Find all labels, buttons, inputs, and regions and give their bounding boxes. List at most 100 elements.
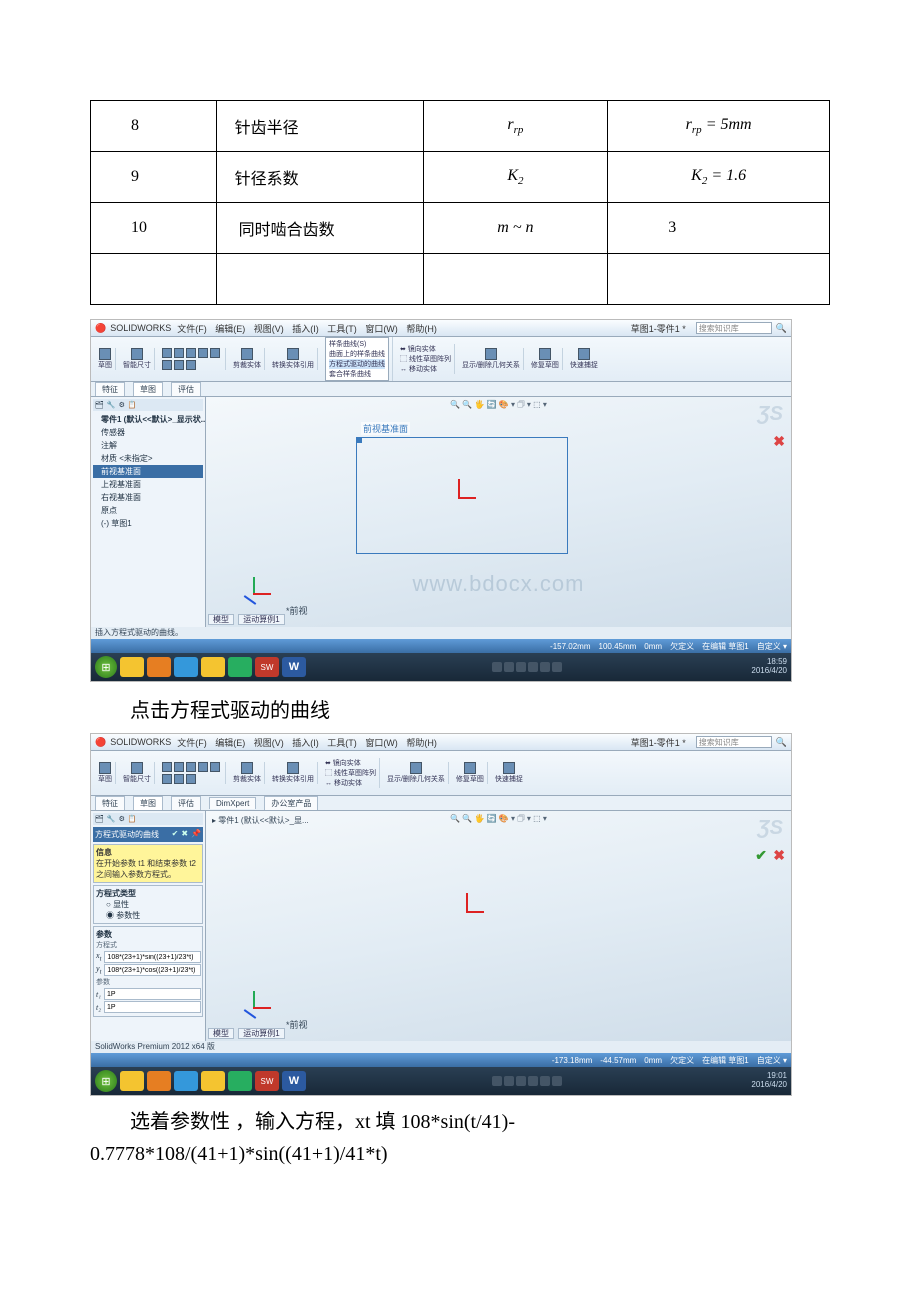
taskbar-app-icon[interactable] xyxy=(201,657,225,677)
clock[interactable]: 19:01 2016/4/20 xyxy=(751,1072,787,1090)
menu-tools[interactable]: 工具(T) xyxy=(327,738,357,748)
menu-file[interactable]: 文件(F) xyxy=(177,324,207,334)
menu-view[interactable]: 视图(V) xyxy=(254,738,284,748)
ribbon[interactable]: 草图 智能尺寸 剪裁实体 转换实体引用 样条曲线(S) 曲面上的样条曲线 方程式… xyxy=(91,337,791,382)
tree-item[interactable]: 原点 xyxy=(93,504,203,517)
windows-taskbar[interactable]: ⊞ SW W 18:59 2016/4/20 xyxy=(91,653,791,681)
menu-item-spline-fit[interactable]: 曲面上的样条曲线 xyxy=(329,349,385,359)
menu-insert[interactable]: 插入(I) xyxy=(292,324,319,334)
menu-item-equation-curve[interactable]: 方程式驱动的曲线 xyxy=(329,359,385,369)
doc-tab[interactable]: 草图1-零件1 * xyxy=(631,322,686,335)
triad-icon[interactable] xyxy=(241,991,271,1021)
menu-tools[interactable]: 工具(T) xyxy=(327,324,357,334)
ribbon-group-repair[interactable]: 修复草图 xyxy=(453,762,488,784)
search-input[interactable]: 搜索知识库 xyxy=(696,736,772,748)
menubar[interactable]: 文件(F) 编辑(E) 视图(V) 插入(I) 工具(T) 窗口(W) 帮助(H… xyxy=(177,322,443,335)
ribbon-group-repair[interactable]: 修复草图 xyxy=(528,348,563,370)
tree-item[interactable]: 传感器 xyxy=(93,426,203,439)
xt-input[interactable] xyxy=(104,951,201,963)
menu-edit[interactable]: 编辑(E) xyxy=(215,738,245,748)
taskbar-app-icon[interactable] xyxy=(147,657,171,677)
taskbar-app-icon[interactable] xyxy=(174,1071,198,1091)
breadcrumb[interactable]: ▸ 零件1 (默认<<默认>_显... xyxy=(212,815,309,826)
ribbon-group-dimension[interactable]: 智能尺寸 xyxy=(120,348,155,370)
ribbon-group-display[interactable]: 显示/删除几何关系 xyxy=(459,348,524,370)
ribbon-group-mirror[interactable]: ⬌ 镜向实体 ⬚ 线性草图阵列 ↔ 移动实体 xyxy=(397,344,455,374)
menu-view[interactable]: 视图(V) xyxy=(254,324,284,334)
tab-motion[interactable]: 运动算例1 xyxy=(238,614,284,625)
view-toolbar[interactable]: 🔍 🔍 🖐 🔄 🎨 ▾ 🗇 ▾ ⬚ ▾ xyxy=(450,399,547,413)
ribbon-group-curve-menu[interactable]: 样条曲线(S) 曲面上的样条曲线 方程式驱动的曲线 套合样条曲线 xyxy=(322,337,393,381)
command-tabs[interactable]: 特征 草图 评估 DimXpert 办公室产品 xyxy=(91,796,791,811)
system-tray[interactable] xyxy=(492,662,562,672)
ribbon-btn-mirror[interactable]: ⬌ 镜向实体 xyxy=(400,344,451,354)
pin-icon[interactable]: 📌 xyxy=(191,829,201,838)
ribbon-btn-move[interactable]: ↔ 移动实体 xyxy=(400,364,451,374)
ribbon-group-trim[interactable]: 剪裁实体 xyxy=(230,348,265,370)
tree-root[interactable]: 零件1 (默认<<默认>_显示状... xyxy=(93,413,203,426)
ribbon-group-convert[interactable]: 转换实体引用 xyxy=(269,348,318,370)
menu-window[interactable]: 窗口(W) xyxy=(365,324,398,334)
cancel-icon[interactable]: ✖ xyxy=(181,829,188,838)
start-button[interactable]: ⊞ xyxy=(95,656,117,678)
view-toolbar[interactable]: 🔍 🔍 🖐 🔄 🎨 ▾ 🗇 ▾ ⬚ ▾ xyxy=(450,813,547,827)
panel-toolbar[interactable]: 🗂🔧⚙📋 xyxy=(93,813,203,825)
graphics-area[interactable]: 🔍 🔍 🖐 🔄 🎨 ▾ 🗇 ▾ ⬚ ▾ 前视基准面 ƷS ✖ *前视 www.b… xyxy=(206,397,791,627)
tree-item[interactable]: 注解 xyxy=(93,439,203,452)
tab-motion[interactable]: 运动算例1 xyxy=(238,1028,284,1039)
system-tray[interactable] xyxy=(492,1076,562,1086)
taskbar-app-icon[interactable] xyxy=(120,1071,144,1091)
status-custom[interactable]: 自定义 ▾ xyxy=(757,1055,787,1066)
ribbon-group-mirror[interactable]: ⬌ 镜向实体 ⬚ 线性草图阵列 ↔ 移动实体 xyxy=(322,758,380,788)
tab-model[interactable]: 模型 xyxy=(208,1028,234,1039)
ribbon-btn-mirror[interactable]: ⬌ 镜向实体 xyxy=(325,758,376,768)
t1-input[interactable] xyxy=(104,988,201,1000)
ribbon[interactable]: 草图 智能尺寸 剪裁实体 转换实体引用 ⬌ 镜向实体 ⬚ 线性草图阵列 ↔ 移动… xyxy=(91,751,791,796)
propmgr-type[interactable]: 方程式类型 ○ 显性 ◉ 参数性 xyxy=(93,885,203,924)
yt-input[interactable] xyxy=(104,964,201,976)
bottom-tabs[interactable]: 模型 运动算例1 xyxy=(208,1028,287,1039)
taskbar-app-icon[interactable] xyxy=(120,657,144,677)
tree-item[interactable]: 上视基准面 xyxy=(93,478,203,491)
taskbar-app-icon[interactable] xyxy=(147,1071,171,1091)
search-icon[interactable]: 🔍 xyxy=(776,323,787,334)
propmgr-params[interactable]: 参数 方程式 xt yt 参数 t₁ t₂ xyxy=(93,926,203,1017)
search-icon[interactable]: 🔍 xyxy=(776,737,787,748)
t2-input[interactable] xyxy=(104,1001,201,1013)
triad-icon[interactable] xyxy=(241,577,271,607)
taskbar-app-icon[interactable] xyxy=(228,1071,252,1091)
graphics-area[interactable]: ▸ 零件1 (默认<<默认>_显... 🔍 🔍 🖐 🔄 🎨 ▾ 🗇 ▾ ⬚ ▾ … xyxy=(206,811,791,1041)
tab-model[interactable]: 模型 xyxy=(208,614,234,625)
ribbon-group-dimension[interactable]: 智能尺寸 xyxy=(120,762,155,784)
menu-edit[interactable]: 编辑(E) xyxy=(215,324,245,334)
tab-sketch[interactable]: 草图 xyxy=(133,796,163,810)
menu-window[interactable]: 窗口(W) xyxy=(365,738,398,748)
ribbon-group-sketch[interactable]: 草图 xyxy=(95,762,116,784)
cancel-icon[interactable]: ✖ xyxy=(773,847,785,864)
tree-item[interactable]: 材质 <未指定> xyxy=(93,452,203,465)
tab-eval[interactable]: 评估 xyxy=(171,796,201,810)
ribbon-group-display[interactable]: 显示/删除几何关系 xyxy=(384,762,449,784)
tab-office[interactable]: 办公室产品 xyxy=(264,796,318,810)
ok-icon[interactable]: ✔ xyxy=(172,829,179,838)
tree-item-front-plane[interactable]: 前视基准面 xyxy=(93,465,203,478)
windows-taskbar[interactable]: ⊞ SW W 19:01 2016/4/20 xyxy=(91,1067,791,1095)
command-tabs[interactable]: 特征 草图 评估 xyxy=(91,382,791,397)
taskbar-solidworks-icon[interactable]: SW xyxy=(255,1071,279,1091)
search-input[interactable]: 搜索知识库 xyxy=(696,322,772,334)
taskbar-app-icon[interactable] xyxy=(228,657,252,677)
tab-dimxpert[interactable]: DimXpert xyxy=(209,797,256,809)
tab-feature[interactable]: 特征 xyxy=(95,796,125,810)
ribbon-btn-pattern[interactable]: ⬚ 线性草图阵列 xyxy=(325,768,376,778)
menubar[interactable]: 文件(F) 编辑(E) 视图(V) 插入(I) 工具(T) 窗口(W) 帮助(H… xyxy=(177,736,443,749)
doc-tab[interactable]: 草图1-零件1 * xyxy=(631,736,686,749)
ribbon-group-quick[interactable]: 快速捕捉 xyxy=(492,762,526,784)
cancel-icon[interactable]: ✖ xyxy=(773,433,785,450)
tree-item[interactable]: 右视基准面 xyxy=(93,491,203,504)
taskbar-word-icon[interactable]: W xyxy=(282,657,306,677)
tab-eval[interactable]: 评估 xyxy=(171,382,201,396)
ribbon-group-tools[interactable] xyxy=(159,762,226,784)
taskbar-app-icon[interactable] xyxy=(201,1071,225,1091)
menu-insert[interactable]: 插入(I) xyxy=(292,738,319,748)
menu-item-fit-spline[interactable]: 套合样条曲线 xyxy=(329,369,385,379)
